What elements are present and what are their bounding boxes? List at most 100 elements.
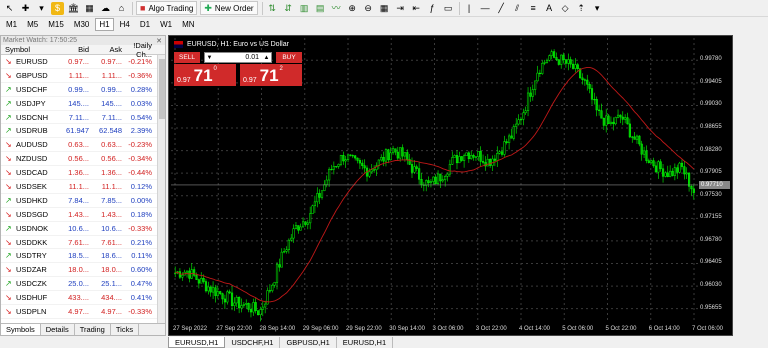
chart-tab-usdchf[interactable]: USDCHF,H1 xyxy=(225,337,281,348)
table-row[interactable]: ↘ USDCAD 1.36... 1.36... -0.44% xyxy=(1,166,165,181)
timeframe-h1[interactable]: H1 xyxy=(95,18,114,31)
table-row[interactable]: ↘ AUDUSD 0.63... 0.63... -0.23% xyxy=(1,138,165,153)
table-row[interactable]: ↘ USDSGD 1.43... 1.43... 0.18% xyxy=(1,208,165,222)
text-tool-icon[interactable]: A xyxy=(543,2,556,15)
candle-body xyxy=(413,166,416,173)
table-row[interactable]: ↘ NZDUSD 0.56... 0.56... -0.34% xyxy=(1,152,165,167)
dollar-icon[interactable]: $ xyxy=(51,1,64,15)
change-cell: 0.41% xyxy=(130,293,152,303)
cloud-icon[interactable]: ☁ xyxy=(99,2,112,15)
lot-value[interactable]: 0.01 xyxy=(214,54,262,61)
table-row[interactable]: ↗ USDRUB 61.947 62.548 2.39% xyxy=(1,124,165,139)
chart-tab-eurusd[interactable]: EURUSD,H1 xyxy=(168,337,226,348)
table-row[interactable]: ↘ USDZAR 18.0... 18.0... 0.60% xyxy=(1,263,165,278)
column-symbol[interactable]: Symbol xyxy=(1,45,57,54)
market-watch-scrollbar[interactable] xyxy=(157,55,165,323)
autoscroll-icon[interactable]: ⇥ xyxy=(394,2,407,15)
vertical-line-icon[interactable]: | xyxy=(463,2,476,15)
table-row[interactable]: ↘ GBPUSD 1.11... 1.11... -0.36% xyxy=(1,69,165,83)
timeframe-m5[interactable]: M5 xyxy=(23,18,42,31)
tab-ticks[interactable]: Ticks xyxy=(111,324,140,335)
scrollbar-thumb[interactable] xyxy=(159,59,165,119)
algo-trading-button[interactable]: ■ Algo Trading xyxy=(136,1,198,15)
timeframe-h4[interactable]: H4 xyxy=(116,18,134,31)
chart-tab-eurusd-2[interactable]: EURUSD,H1 xyxy=(337,337,394,348)
candle-body xyxy=(650,160,653,163)
lot-size-field[interactable]: ▼ 0.01 ▲ xyxy=(204,52,272,63)
more-tools-icon[interactable]: ▾ xyxy=(591,2,604,15)
symbol-cell: ↗ USDTRY xyxy=(1,251,57,260)
fibonacci-icon[interactable]: ≡ xyxy=(527,2,540,15)
table-row[interactable]: ↗ USDNOK 10.6... 10.6... -0.33% xyxy=(1,222,165,236)
candle-body xyxy=(273,282,276,286)
timeframe-w1[interactable]: W1 xyxy=(156,18,176,31)
cursor-icon[interactable]: ↖ xyxy=(3,2,16,15)
channel-icon[interactable]: ⫽ xyxy=(511,2,524,15)
dropdown-icon[interactable]: ▾ xyxy=(35,2,48,15)
arrows-icon[interactable]: ⇡ xyxy=(575,2,588,15)
shift-icon[interactable]: ⇤ xyxy=(410,2,423,15)
candle-body xyxy=(586,79,589,85)
close-icon[interactable]: ✕ xyxy=(156,37,165,45)
timeframe-m1[interactable]: M1 xyxy=(2,18,21,31)
table-row[interactable]: ↘ USDPLN 4.97... 4.97... -0.33% xyxy=(1,305,165,319)
table-row[interactable]: ↘ USDHUF 433.... 434.... 0.41% xyxy=(1,291,165,306)
table-row[interactable]: ↗ USDHKD 7.84... 7.85... 0.00% xyxy=(1,194,165,208)
bar-chart-icon[interactable]: ▥ xyxy=(298,2,311,15)
crosshair-icon[interactable]: ✚ xyxy=(19,2,32,15)
shapes-icon[interactable]: ◇ xyxy=(559,2,572,15)
candle-body xyxy=(394,148,397,153)
sell-icon[interactable]: ⇵ xyxy=(282,2,295,15)
sell-button[interactable]: SELL xyxy=(174,52,200,63)
timeframe-mn[interactable]: MN xyxy=(178,18,198,31)
chart-icon[interactable]: ▦ xyxy=(83,2,96,15)
grid-icon[interactable]: ▦ xyxy=(378,2,391,15)
ask-cell: 434.... xyxy=(101,293,122,303)
chart-window[interactable]: EURUSD, H1: Euro vs US Dollar SELL ▼ 0.0… xyxy=(168,35,733,336)
timeframe-m15[interactable]: M15 xyxy=(44,18,68,31)
buy-price-box[interactable]: 0.97 71 2 xyxy=(240,64,302,86)
candle-body xyxy=(195,275,198,280)
table-row[interactable]: ↘ USDDKK 7.61... 7.61... 0.21% xyxy=(1,236,165,250)
table-row[interactable]: ↗ USDCZK 25.0... 25.1... 0.47% xyxy=(1,277,165,292)
column-bid[interactable]: Bid xyxy=(57,45,92,54)
templates-icon[interactable]: ▭ xyxy=(442,2,455,15)
chart-tab-gbpusd[interactable]: GBPUSD,H1 xyxy=(280,337,337,348)
horizontal-line-icon[interactable]: — xyxy=(479,2,492,15)
sell-price-box[interactable]: 0.97 71 0 xyxy=(174,64,236,86)
symbol-name: USDTRY xyxy=(16,251,47,261)
buy-icon[interactable]: ⇅ xyxy=(266,2,279,15)
new-order-button[interactable]: ✚ New Order xyxy=(200,1,258,15)
timeframe-m30[interactable]: M30 xyxy=(70,18,94,31)
table-row[interactable]: ↗ USDTRY 18.5... 18.6... 0.11% xyxy=(1,249,165,264)
tab-symbols[interactable]: Symbols xyxy=(1,324,41,335)
zoom-out-icon[interactable]: ⊖ xyxy=(362,2,375,15)
candle-body xyxy=(410,164,414,173)
timeframe-d1[interactable]: D1 xyxy=(136,18,154,31)
candle-body xyxy=(420,179,423,186)
lot-decrease-icon[interactable]: ▼ xyxy=(205,55,214,61)
lot-increase-icon[interactable]: ▲ xyxy=(262,55,271,61)
table-row[interactable]: ↗ USDJPY 145.... 145.... 0.03% xyxy=(1,97,165,111)
candles-icon[interactable]: ▤ xyxy=(314,2,327,15)
column-ask[interactable]: Ask xyxy=(92,45,125,54)
trendline-icon[interactable]: ╱ xyxy=(495,2,508,15)
candle-body xyxy=(593,99,596,101)
column-change[interactable]: !Daily Ch... xyxy=(125,41,155,59)
tab-details[interactable]: Details xyxy=(41,324,75,335)
tab-trading[interactable]: Trading xyxy=(75,324,111,335)
bank-icon[interactable]: 🏛 xyxy=(67,2,80,15)
store-icon[interactable]: ⌂ xyxy=(115,2,128,15)
indicator-icon[interactable]: ƒ xyxy=(426,2,439,15)
candle-body xyxy=(607,115,610,125)
time-tick-label: 5 Oct 06:00 xyxy=(562,326,594,332)
buy-button[interactable]: BUY xyxy=(276,52,302,63)
zoom-in-icon[interactable]: ⊕ xyxy=(346,2,359,15)
table-row[interactable]: ↘ USDSEK 11.1... 11.1... 0.12% xyxy=(1,180,165,194)
table-row[interactable]: ↗ USDCNH 7.11... 7.11... 0.54% xyxy=(1,111,165,125)
plus-icon: ✚ xyxy=(204,2,212,13)
table-row[interactable]: ↘ EURUSD 0.97... 0.97... -0.21% xyxy=(1,55,165,69)
table-row[interactable]: ↗ USDCHF 0.99... 0.99... 0.28% xyxy=(1,83,165,97)
time-tick-label: 4 Oct 14:00 xyxy=(519,326,551,332)
line-chart-icon[interactable]: 〰 xyxy=(330,2,343,15)
